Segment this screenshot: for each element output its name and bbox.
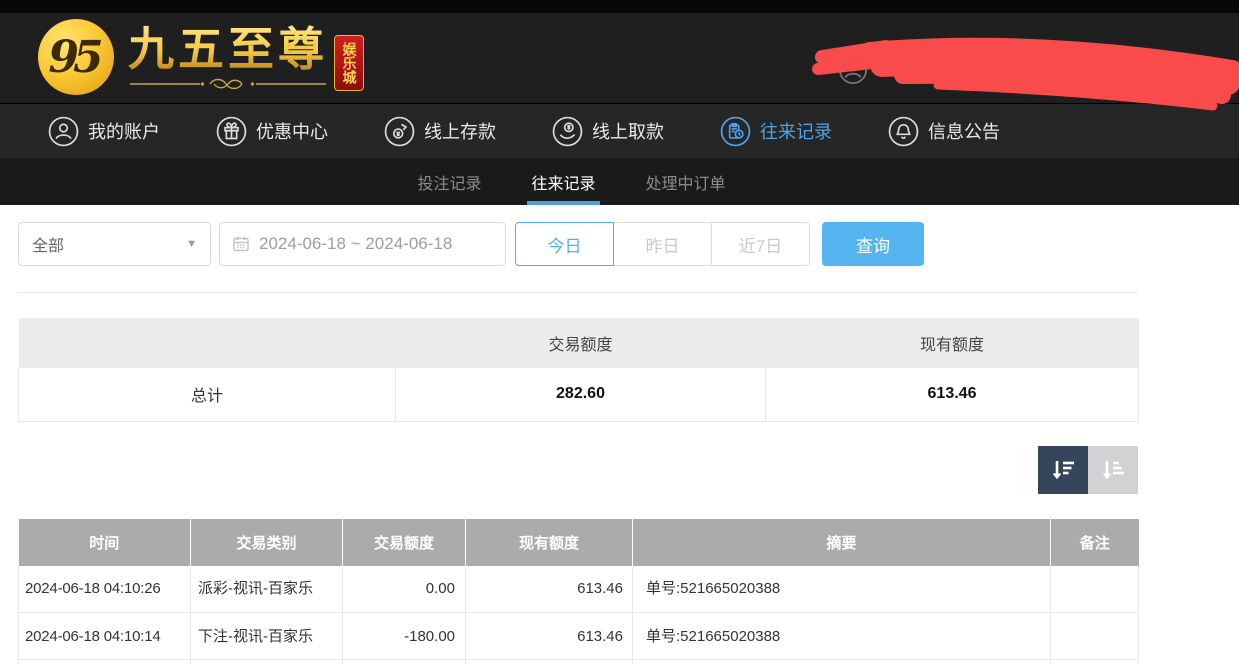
calendar-icon xyxy=(232,235,250,253)
nav-item-announcements[interactable]: 信息公告 xyxy=(888,116,1000,147)
search-button[interactable]: 查询 xyxy=(822,222,924,266)
cell-summary: 单号:521665020388 xyxy=(633,566,1051,613)
col-summary: 摘要 xyxy=(633,519,1051,566)
deposit-icon xyxy=(384,116,415,147)
type-select-value: 全部 xyxy=(32,232,64,256)
summary-header-balance: 现有额度 xyxy=(766,318,1139,368)
col-remark: 备注 xyxy=(1051,519,1139,566)
flourish-ornament xyxy=(128,77,328,91)
quick-yesterday-button[interactable]: 昨日 xyxy=(613,222,712,266)
table-row: 2024-06-18 04:10:26 派彩-视讯-百家乐 0.00 613.4… xyxy=(19,566,1139,613)
nav-label: 线上存款 xyxy=(424,118,496,144)
nav-label: 优惠中心 xyxy=(256,118,328,144)
nav-item-transaction-records[interactable]: 往来记录 xyxy=(720,116,832,147)
nav-item-withdraw[interactable]: 线上取款 xyxy=(552,116,664,147)
summary-balance: 613.46 xyxy=(766,368,1139,421)
sub-nav: 投注记录 往来记录 处理中订单 xyxy=(0,158,1239,205)
main-nav: 我的账户 优惠中心 线上存款 线上取款 往来 xyxy=(0,103,1239,158)
cell-category: 派彩-视讯-百家乐 xyxy=(191,566,343,613)
site-logo[interactable]: 95 九五至尊 娱乐城 xyxy=(38,19,364,95)
cell-time: 2024-06-18 04:10:26 xyxy=(19,566,191,613)
nav-item-promotions[interactable]: 优惠中心 xyxy=(216,116,328,147)
summary-total-row: 总计 282.60 613.46 xyxy=(19,368,1139,421)
summary-header-row: 交易额度 现有额度 xyxy=(19,318,1139,368)
cell-time: 2024-06-18 04:10:14 xyxy=(19,613,191,660)
summary-header-empty xyxy=(19,318,396,368)
col-time: 时间 xyxy=(19,519,191,566)
nav-label: 线上取款 xyxy=(592,118,664,144)
cell-balance: 613.46 xyxy=(466,566,633,613)
logo-monogram: 95 xyxy=(38,19,114,95)
summary-total-label: 总计 xyxy=(19,368,396,421)
tab-pending-orders[interactable]: 处理中订单 xyxy=(642,158,730,205)
summary-header-trade: 交易额度 xyxy=(396,318,766,368)
bell-icon xyxy=(888,116,919,147)
tab-transaction-records[interactable]: 往来记录 xyxy=(527,158,599,205)
nav-label: 我的账户 xyxy=(88,118,160,144)
date-range-value: 2024-06-18 ~ 2024-06-18 xyxy=(259,234,452,254)
cell-amount: -180.00 xyxy=(343,613,466,660)
records-table: 时间 交易类别 交易额度 现有额度 摘要 备注 2024-06-18 04:10… xyxy=(18,519,1139,664)
brand-header: 95 九五至尊 娱乐城 xyxy=(0,13,1239,103)
cell-category: 下注-视讯-百家乐 xyxy=(191,613,343,660)
nav-label: 信息公告 xyxy=(928,118,1000,144)
records-icon xyxy=(720,116,751,147)
quick-last7days-button[interactable]: 近7日 xyxy=(711,222,810,266)
sort-asc-button[interactable] xyxy=(1088,446,1138,494)
date-range-input[interactable]: 2024-06-18 ~ 2024-06-18 xyxy=(219,222,506,266)
quick-range-group: 今日 昨日 近7日 xyxy=(515,222,810,266)
table-row-clipped xyxy=(19,660,1139,664)
nav-label: 往来记录 xyxy=(760,118,832,144)
sort-asc-icon xyxy=(1099,456,1127,484)
sort-controls xyxy=(18,446,1138,494)
badge-label: 娱乐城 xyxy=(334,35,364,91)
cell-remark xyxy=(1051,566,1139,613)
top-strip xyxy=(0,0,1239,13)
filter-bar: 全部 ▼ 2024-06-18 ~ 2024-06-18 今日 昨日 近7日 查… xyxy=(18,222,1138,266)
nav-item-deposit[interactable]: 线上存款 xyxy=(384,116,496,147)
records-header-row: 时间 交易类别 交易额度 现有额度 摘要 备注 xyxy=(19,519,1139,566)
chevron-down-icon: ▼ xyxy=(186,238,197,250)
sort-desc-icon xyxy=(1049,456,1077,484)
cell-remark xyxy=(1051,613,1139,660)
site-name: 九五至尊 xyxy=(128,23,328,75)
gift-icon xyxy=(216,116,247,147)
summary-trade-amount: 282.60 xyxy=(396,368,766,421)
withdraw-icon xyxy=(552,116,583,147)
user-icon xyxy=(48,116,79,147)
col-category: 交易类别 xyxy=(191,519,343,566)
sort-desc-button[interactable] xyxy=(1038,446,1088,494)
cell-summary: 单号:521665020388 xyxy=(633,613,1051,660)
tab-bet-records[interactable]: 投注记录 xyxy=(413,158,485,205)
cell-balance: 613.46 xyxy=(466,613,633,660)
col-balance: 现有额度 xyxy=(466,519,633,566)
summary-table: 交易额度 现有额度 总计 282.60 613.46 xyxy=(18,318,1139,422)
col-amount: 交易额度 xyxy=(343,519,466,566)
cell-amount: 0.00 xyxy=(343,566,466,613)
nav-item-my-account[interactable]: 我的账户 xyxy=(48,116,160,147)
quick-today-button[interactable]: 今日 xyxy=(515,222,614,266)
type-select[interactable]: 全部 ▼ xyxy=(18,222,211,266)
table-row: 2024-06-18 04:10:14 下注-视讯-百家乐 -180.00 61… xyxy=(19,613,1139,660)
user-avatar-icon[interactable] xyxy=(838,55,868,90)
section-divider xyxy=(18,292,1138,293)
main-content: 全部 ▼ 2024-06-18 ~ 2024-06-18 今日 昨日 近7日 查… xyxy=(18,222,1138,664)
